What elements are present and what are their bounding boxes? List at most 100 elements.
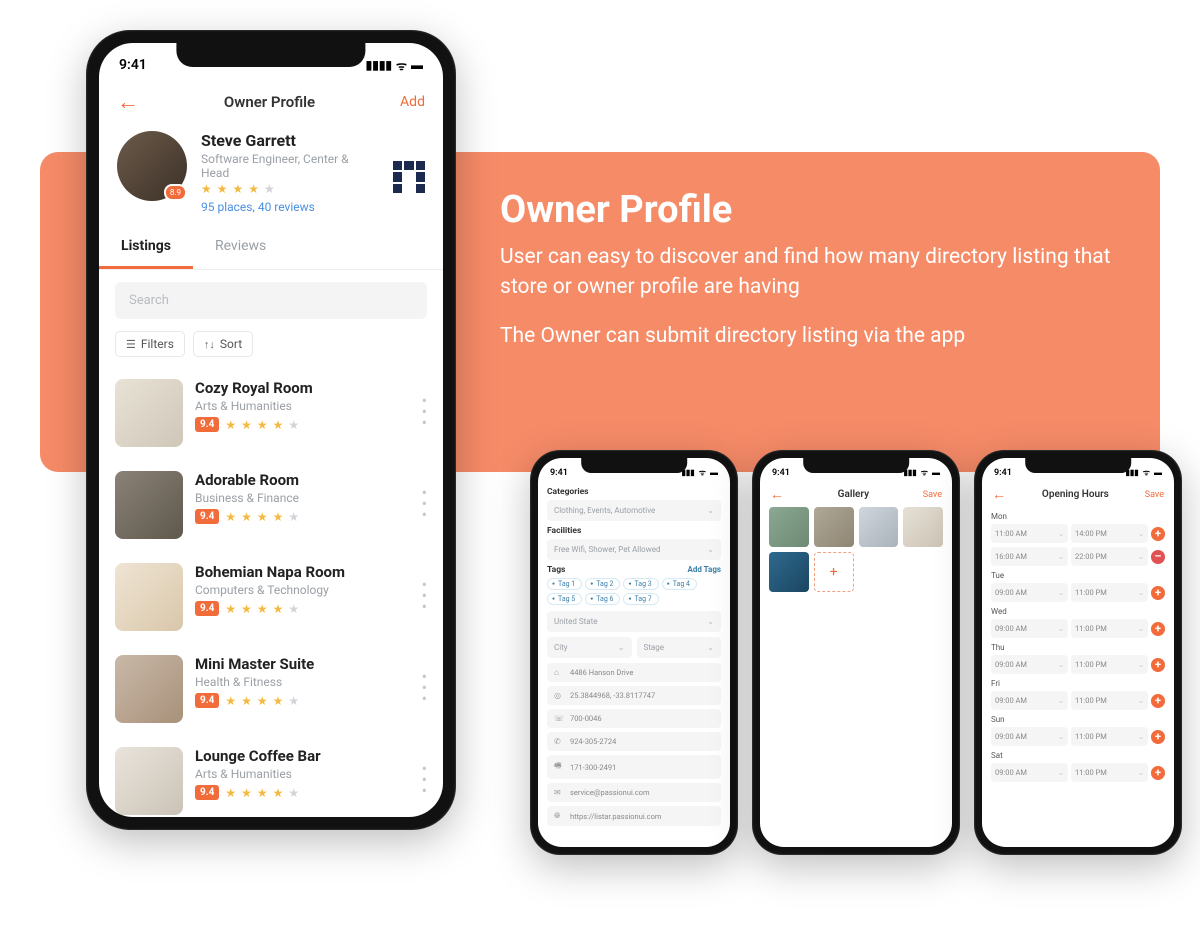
save-button[interactable]: Save: [923, 490, 942, 500]
phone1-field[interactable]: ☏700-0046: [547, 709, 721, 728]
add-slot-button[interactable]: +: [1151, 622, 1165, 636]
listing-rating: 9.4★ ★ ★ ★ ★: [195, 601, 410, 616]
add-slot-button[interactable]: +: [1151, 658, 1165, 672]
status-time: 9:41: [550, 468, 568, 478]
save-button[interactable]: Save: [1145, 490, 1164, 500]
chevron-down-icon: ⌄: [1058, 553, 1064, 561]
gallery-add-button[interactable]: +: [814, 552, 854, 592]
time-to-select[interactable]: 11:00 PM⌄: [1071, 691, 1148, 710]
time-from-select[interactable]: 09:00 AM⌄: [991, 763, 1068, 782]
time-from-select[interactable]: 11:00 AM⌄: [991, 524, 1068, 543]
email-field[interactable]: ✉service@passionui.com: [547, 783, 721, 802]
tab-listings[interactable]: Listings: [99, 226, 193, 269]
stars-icon: ★ ★ ★ ★ ★: [225, 786, 300, 800]
mobile-icon: ✆: [554, 737, 564, 746]
tag-chip[interactable]: Tag 4: [662, 578, 697, 590]
gallery-image[interactable]: [769, 507, 809, 547]
listing-title: Lounge Coffee Bar: [195, 747, 410, 765]
qr-icon[interactable]: [393, 161, 425, 193]
time-to-select[interactable]: 11:00 PM⌄: [1071, 655, 1148, 674]
phone-main: 9:41 ▮▮▮▮ ᯤ ▬ ← Owner Profile Add Steve …: [86, 30, 456, 830]
tag-chip[interactable]: Tag 6: [585, 593, 620, 605]
listing-row[interactable]: Cozy Royal RoomArts & Humanities9.4★ ★ ★…: [115, 367, 427, 459]
back-button[interactable]: ←: [770, 486, 784, 503]
time-from-select[interactable]: 09:00 AM⌄: [991, 583, 1068, 602]
phone2-field[interactable]: ✆924-305-2724: [547, 732, 721, 751]
profile-stars: ★ ★ ★ ★ ★: [201, 182, 379, 196]
add-tags-link[interactable]: Add Tags: [688, 565, 722, 574]
listing-row[interactable]: Lounge Coffee BarArts & Humanities9.4★ ★…: [115, 735, 427, 817]
chevron-down-icon: ⌄: [1138, 553, 1144, 561]
time-from-select[interactable]: 09:00 AM⌄: [991, 619, 1068, 638]
chevron-down-icon: ⌄: [1058, 589, 1064, 597]
add-slot-button[interactable]: +: [1151, 766, 1165, 780]
listing-rating: 9.4★ ★ ★ ★ ★: [195, 693, 410, 708]
chevron-down-icon: ⌄: [1138, 769, 1144, 777]
time-from-select[interactable]: 09:00 AM⌄: [991, 727, 1068, 746]
gallery-image[interactable]: [814, 507, 854, 547]
gallery-image[interactable]: [859, 507, 899, 547]
more-icon[interactable]: •••: [422, 379, 427, 430]
stage-select[interactable]: Stage⌄: [637, 637, 722, 658]
more-icon[interactable]: •••: [422, 563, 427, 614]
time-from-select[interactable]: 16:00 AM⌄: [991, 547, 1068, 566]
listings[interactable]: Cozy Royal RoomArts & Humanities9.4★ ★ ★…: [99, 367, 443, 817]
tab-reviews[interactable]: Reviews: [193, 226, 288, 269]
tag-chip[interactable]: Tag 3: [623, 578, 658, 590]
time-to-select[interactable]: 11:00 PM⌄: [1071, 619, 1148, 638]
more-icon[interactable]: •••: [422, 747, 427, 798]
time-from-select[interactable]: 09:00 AM⌄: [991, 691, 1068, 710]
rating-badge: 9.4: [195, 785, 219, 800]
add-slot-button[interactable]: +: [1151, 527, 1165, 541]
gallery-image[interactable]: [903, 507, 943, 547]
filters-button[interactable]: ☰Filters: [115, 331, 185, 357]
stars-icon: ★ ★ ★ ★ ★: [225, 694, 300, 708]
search-input[interactable]: Search: [115, 282, 427, 319]
filters-icon: ☰: [126, 338, 136, 351]
address-field[interactable]: ⌂4486 Hanson Drive: [547, 663, 721, 682]
add-slot-button[interactable]: +: [1151, 694, 1165, 708]
remove-slot-button[interactable]: –: [1151, 550, 1165, 564]
tag-chip[interactable]: Tag 5: [547, 593, 582, 605]
more-icon[interactable]: •••: [422, 655, 427, 706]
gallery-image[interactable]: [769, 552, 809, 592]
listing-title: Bohemian Napa Room: [195, 563, 410, 581]
time-to-select[interactable]: 22:00 PM⌄: [1071, 547, 1148, 566]
signal-icon: ▮▮▮▮: [366, 58, 392, 72]
day-label: Mon: [991, 512, 1165, 521]
time-to-select[interactable]: 11:00 PM⌄: [1071, 727, 1148, 746]
sort-button[interactable]: ↑↓Sort: [193, 331, 253, 357]
tag-chip[interactable]: Tag 2: [585, 578, 620, 590]
back-button[interactable]: ←: [117, 89, 139, 115]
more-icon[interactable]: •••: [422, 471, 427, 522]
website-field[interactable]: 🌐︎https://listar.passionui.com: [547, 806, 721, 826]
profile-meta[interactable]: 95 places, 40 reviews: [201, 200, 379, 214]
listing-rating: 9.4★ ★ ★ ★ ★: [195, 417, 410, 432]
add-slot-button[interactable]: +: [1151, 586, 1165, 600]
tag-chip[interactable]: Tag 1: [547, 578, 582, 590]
city-select[interactable]: City⌄: [547, 637, 632, 658]
facilities-select[interactable]: Free Wifi, Shower, Pet Allowed⌄: [547, 539, 721, 560]
add-button[interactable]: Add: [400, 94, 425, 110]
sort-icon: ↑↓: [204, 338, 215, 351]
rating-badge: 9.4: [195, 601, 219, 616]
phone-categories: 9:41▮▮▮ᯤ▬ Categories Clothing, Events, A…: [530, 450, 738, 855]
phone3-field[interactable]: 🖷171-300-2491: [547, 755, 721, 779]
listing-row[interactable]: Mini Master SuiteHealth & Fitness9.4★ ★ …: [115, 643, 427, 735]
time-to-select[interactable]: 11:00 PM⌄: [1071, 763, 1148, 782]
coords-field[interactable]: ◎25.3844968, -33.8117747: [547, 686, 721, 705]
categories-label: Categories: [547, 487, 721, 497]
time-from-select[interactable]: 09:00 AM⌄: [991, 655, 1068, 674]
listing-row[interactable]: Bohemian Napa RoomComputers & Technology…: [115, 551, 427, 643]
add-slot-button[interactable]: +: [1151, 730, 1165, 744]
listing-row[interactable]: Adorable RoomBusiness & Finance9.4★ ★ ★ …: [115, 459, 427, 551]
avatar[interactable]: [117, 131, 187, 201]
tag-chip[interactable]: Tag 7: [623, 593, 658, 605]
categories-select[interactable]: Clothing, Events, Automotive⌄: [547, 500, 721, 521]
hour-row: 09:00 AM⌄11:00 PM⌄+: [991, 619, 1165, 638]
time-to-select[interactable]: 14:00 PM⌄: [1071, 524, 1148, 543]
tags-row: Tag 1Tag 2Tag 3 Tag 4 Tag 5Tag 6Tag 7: [547, 578, 721, 605]
country-select[interactable]: United State⌄: [547, 611, 721, 632]
time-to-select[interactable]: 11:00 PM⌄: [1071, 583, 1148, 602]
back-button[interactable]: ←: [992, 486, 1006, 503]
